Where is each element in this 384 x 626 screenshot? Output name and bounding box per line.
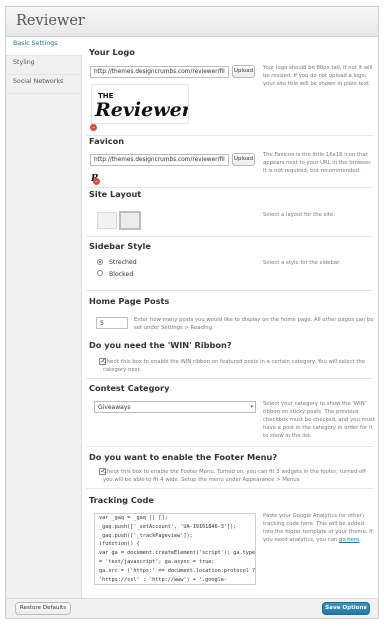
options-panel: Reviewer Basic Settings Styling Social N… [5, 6, 379, 619]
divider [86, 488, 373, 489]
divider [86, 236, 373, 237]
win-ribbon-help-text: Check this box to enable the WIN ribbon … [103, 359, 366, 373]
settings-content: Your Logo http://themes.designcrumbs.com… [82, 37, 379, 600]
divider [86, 187, 373, 188]
layout-help-text: Select a layout for the site. [263, 212, 335, 218]
tracking-section-title: Tracking Code [89, 495, 154, 505]
radio-streched[interactable] [97, 259, 103, 265]
logo-section-title: Your Logo [89, 47, 135, 57]
footer-menu-section-title: Do you want to enable the Footer Menu? [89, 452, 278, 462]
remove-favicon-icon[interactable]: – [93, 178, 100, 185]
layout-option-left[interactable] [97, 212, 117, 229]
sidebar-style-section-title: Sidebar Style [89, 241, 151, 251]
reviewer-logo-image: THE Reviewer [94, 92, 194, 121]
tracking-code-textarea[interactable]: var _gaq = _gaq || []; _gaq.push(['_setA… [94, 513, 256, 585]
chevron-down-icon: ▾ [250, 404, 253, 410]
code-line: ga.src = ('https:' == document.location.… [99, 567, 256, 574]
logo-url-input[interactable]: http://themes.designcrumbs.com/reviewer/… [90, 66, 229, 78]
page-title: Reviewer [16, 13, 85, 29]
sidebar-item-basic-settings[interactable]: Basic Settings [6, 37, 82, 56]
tracking-help-text: Paste your Google Analytics (or other) t… [263, 512, 375, 544]
restore-defaults-button[interactable]: Restore Defaults [15, 602, 71, 615]
contest-selected-value: Giveaways [98, 404, 131, 411]
contest-section-title: Contest Category [89, 383, 170, 393]
logo-preview: THE Reviewer [91, 84, 194, 124]
panel-header: Reviewer [6, 7, 378, 37]
divider [86, 290, 373, 291]
contest-category-select[interactable]: Giveaways ▾ [94, 401, 256, 413]
code-line: _gaq.push(['_trackPageview']); [99, 532, 193, 539]
code-line: (function() { [99, 541, 140, 548]
contest-help-text: Select your category to show the 'WIN' r… [263, 401, 375, 439]
favicon-url-input[interactable]: http://themes.designcrumbs.com/reviewer/… [90, 154, 229, 166]
radio-blocked[interactable] [97, 270, 103, 276]
logo-help-text: Your logo should be 80px tall, if not it… [263, 65, 373, 87]
divider [86, 446, 373, 447]
sidebar: Basic Settings Styling Social Networks [6, 37, 82, 600]
tracking-help-end: . [359, 537, 361, 543]
sidebar-item-social-networks[interactable]: Social Networks [6, 75, 81, 94]
radio-streched-label: Streched [109, 259, 137, 266]
win-ribbon-section-title: Do you need the 'WIN' Ribbon? [89, 340, 232, 350]
home-posts-section-title: Home Page Posts [89, 296, 170, 306]
favicon-help-text: The Favicon is the little 16x16 icon tha… [263, 152, 372, 174]
favicon-upload-button[interactable]: Upload [232, 153, 255, 166]
code-line: 'https://ssl' : 'http://www') + '.google… [99, 576, 228, 583]
remove-logo-icon[interactable]: – [90, 124, 97, 131]
go-here-link[interactable]: go here [339, 537, 359, 543]
code-line: = 'text/javascript'; ga.async = true; [99, 558, 215, 565]
code-line: _gaq.push(['_setAccount', 'UA-19161846-3… [99, 523, 237, 530]
divider [86, 135, 373, 136]
home-posts-help-text: Enter how many posts you would like to d… [134, 317, 374, 331]
divider [86, 378, 373, 379]
svg-text:Reviewer: Reviewer [94, 99, 188, 121]
sidebar-item-styling[interactable]: Styling [6, 56, 81, 75]
save-options-button[interactable]: Save Options [322, 602, 370, 615]
logo-upload-button[interactable]: Upload [232, 65, 255, 78]
home-posts-input[interactable]: 5 [96, 317, 128, 329]
footer-menu-help-text: Check this box to enable the Footer Menu… [103, 469, 366, 483]
panel-footer: Restore Defaults Save Options [6, 598, 378, 618]
layout-section-title: Site Layout [89, 189, 142, 199]
code-line: var _gaq = _gaq || []; [99, 515, 168, 521]
layout-option-right[interactable] [119, 211, 141, 230]
favicon-section-title: Favicon [89, 136, 125, 146]
sidebar-style-help-text: Select a style for the sidebar. [263, 260, 341, 266]
radio-blocked-label: Blocked [109, 271, 134, 278]
code-line: var ga = document.createElement('script'… [99, 550, 256, 557]
